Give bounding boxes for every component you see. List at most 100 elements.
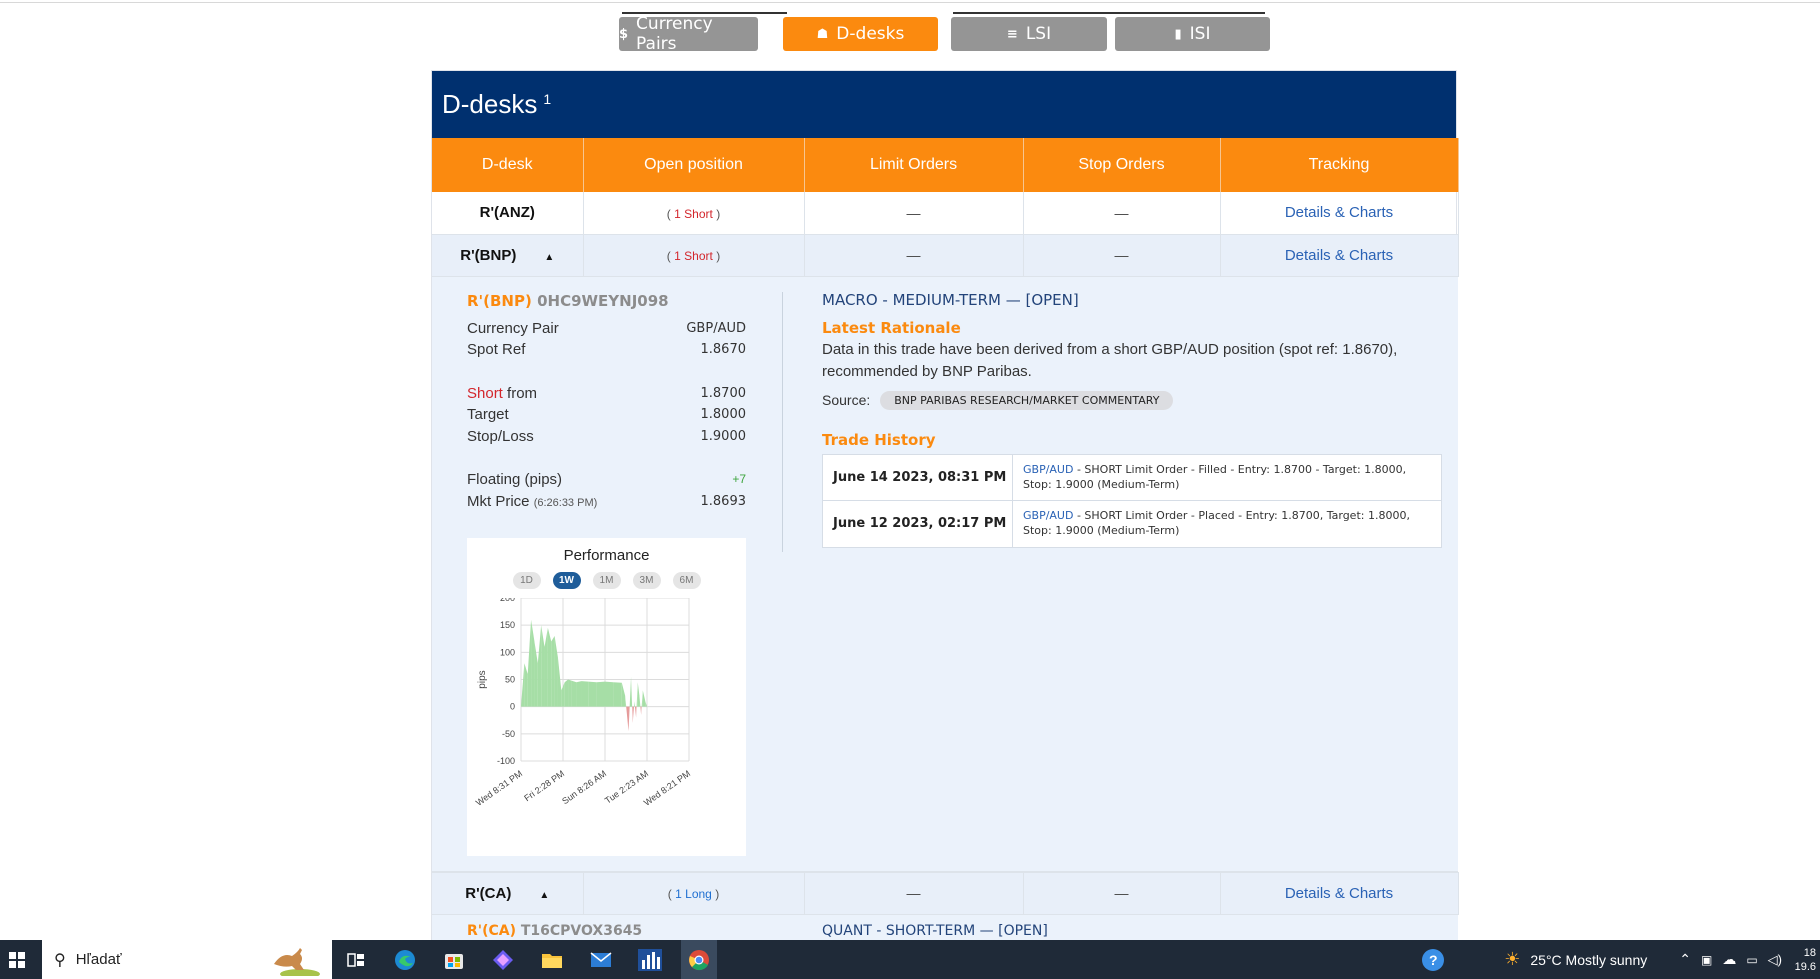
area-segment xyxy=(541,624,545,707)
task-view-icon[interactable] xyxy=(338,940,374,979)
range-3m-button[interactable]: 3M xyxy=(632,571,661,589)
store-icon[interactable] xyxy=(436,940,472,979)
history-pair: GBP/AUD xyxy=(1023,508,1074,522)
area-segment xyxy=(568,679,572,707)
range-1m-button[interactable]: 1M xyxy=(592,571,621,589)
area-segment xyxy=(631,676,633,707)
range-selector: 1D 1W 1M 3M 6M xyxy=(467,571,746,589)
isi-icon: ▮ xyxy=(1174,26,1182,42)
tab-lsi[interactable]: ≡ LSI xyxy=(951,17,1107,51)
area-segment xyxy=(581,680,589,707)
area-segment xyxy=(641,706,642,715)
area-segment xyxy=(640,706,642,715)
col-header-stop-orders: Stop Orders xyxy=(1023,138,1221,192)
tracking-cell: Details & Charts xyxy=(1220,872,1459,915)
weather-icon[interactable]: ☀ xyxy=(1504,949,1520,970)
stop-orders: — xyxy=(1023,872,1221,915)
details-charts-link[interactable]: Details & Charts xyxy=(1285,885,1393,902)
area-segment xyxy=(596,681,605,707)
next-desk-identifier: R'(CA) T16CPVOX3645 xyxy=(467,923,642,939)
area-segment xyxy=(605,681,614,707)
mkt-price-time: (6:26:33 PM) xyxy=(533,496,598,509)
mail-icon[interactable] xyxy=(583,940,619,979)
table-row[interactable]: R'(CA) ▲ ( 1 Long ) — — Details & Charts xyxy=(432,872,1459,915)
tab-currency-pairs-label: Currency Pairs xyxy=(636,14,713,54)
details-charts-link[interactable]: Details & Charts xyxy=(1285,204,1393,221)
y-tick-label: -100 xyxy=(497,756,515,766)
area-segment xyxy=(632,706,633,723)
help-icon[interactable]: ? xyxy=(1422,948,1445,971)
desk-name-cell: R'(CA) ▲ xyxy=(432,872,584,915)
history-row: June 12 2023, 02:17 PM GBP/AUD - SHORT L… xyxy=(823,500,1441,547)
lsi-icon: ≡ xyxy=(1006,26,1018,42)
area-segment xyxy=(632,706,634,723)
edge-icon[interactable] xyxy=(387,940,423,979)
onedrive-icon[interactable]: ☁ xyxy=(1722,951,1736,968)
desk-icon: ☗ xyxy=(816,26,829,42)
y-tick-label: 100 xyxy=(500,647,515,657)
nav-underline-right xyxy=(953,12,1265,14)
weather-text[interactable]: 25°C Mostly sunny xyxy=(1530,952,1647,968)
area-segment xyxy=(629,676,632,707)
desk-name-cell: R'(BNP) ▲ xyxy=(432,234,584,277)
area-segment xyxy=(642,689,646,707)
chart-app-icon[interactable] xyxy=(632,940,668,979)
tab-isi[interactable]: ▮ ISI xyxy=(1115,17,1270,51)
tab-d-desks[interactable]: ☗ D-desks xyxy=(783,17,938,51)
position-side: Short xyxy=(684,206,713,221)
history-description: GBP/AUD - SHORT Limit Order - Filled - E… xyxy=(1013,455,1441,500)
tray-app-icon[interactable]: ▣ xyxy=(1701,953,1712,967)
limit-orders: — xyxy=(804,872,1024,915)
area-segment xyxy=(547,627,552,707)
area-segment xyxy=(524,662,528,707)
volume-icon[interactable]: ◁) xyxy=(1768,952,1782,968)
taskbar-search[interactable]: ⚲ Hľadať xyxy=(42,940,332,979)
range-1d-button[interactable]: 1D xyxy=(512,571,541,589)
currency-pair-label: Currency Pair xyxy=(467,319,559,337)
x-tick-label: Wed 8:21 PM xyxy=(642,768,692,807)
collapse-caret-icon[interactable]: ▲ xyxy=(544,252,554,263)
search-placeholder: Hľadať xyxy=(75,951,122,968)
area-segment xyxy=(564,679,569,707)
desk-name: R'(BNP) xyxy=(460,246,517,264)
range-1w-button[interactable]: 1W xyxy=(552,571,581,589)
d-desks-panel: D-desks 1 D-desk Open position Limit Ord… xyxy=(431,70,1459,940)
detail-row-peek: R'(CA) T16CPVOX3645 QUANT - SHORT-TERM —… xyxy=(432,914,1458,940)
windows-icon xyxy=(9,951,25,968)
limit-orders: — xyxy=(804,234,1024,277)
trade-history-title: Trade History xyxy=(822,430,936,449)
area-segment xyxy=(634,706,637,718)
range-6m-button[interactable]: 6M xyxy=(672,571,701,589)
details-charts-link[interactable]: Details & Charts xyxy=(1285,247,1393,264)
open-position: ( 1 Short ) xyxy=(583,234,805,277)
top-border xyxy=(0,2,1820,3)
file-explorer-icon[interactable] xyxy=(534,940,570,979)
position-side: Short xyxy=(684,249,713,263)
dollar-icon: $ xyxy=(619,26,629,42)
short-label: Short xyxy=(467,384,503,402)
area-segment xyxy=(636,706,637,718)
clock[interactable]: 18 19.6 xyxy=(1792,946,1816,974)
next-desk-name: R'(CA) xyxy=(467,922,516,939)
area-segment xyxy=(621,682,626,707)
position-count: 1 xyxy=(674,206,681,221)
mkt-price-value: 1.8693 xyxy=(700,493,747,509)
panel-header: D-desks 1 xyxy=(432,71,1456,138)
chrome-icon[interactable] xyxy=(681,940,717,979)
table-row[interactable]: R'(ANZ) ( 1 Short ) — — Details & Charts xyxy=(432,192,1459,235)
copilot-icon[interactable] xyxy=(485,940,521,979)
start-button[interactable] xyxy=(2,940,32,979)
table-row[interactable]: R'(BNP) ▲ ( 1 Short ) — — Details & Chart… xyxy=(432,234,1459,277)
y-axis-label: pips xyxy=(477,670,488,688)
tab-d-desks-label: D-desks xyxy=(836,24,905,44)
area-segment xyxy=(639,695,641,707)
trade-info: MACRO - MEDIUM-TERM — [OPEN] Latest Rati… xyxy=(822,291,1442,548)
tab-currency-pairs[interactable]: $ Currency Pairs xyxy=(619,14,758,54)
trade-history-table: June 14 2023, 08:31 PM GBP/AUD - SHORT L… xyxy=(822,453,1442,548)
network-icon[interactable]: ▭ xyxy=(1746,953,1757,967)
windows-taskbar: ⚲ Hľadať ? ☀ 25°C Mostly sunny ⌃ ▣ ☁ ▭ ◁… xyxy=(0,940,1820,979)
collapse-caret-icon[interactable]: ▲ xyxy=(539,890,549,901)
area-segment xyxy=(628,706,630,731)
tray-chevron-icon[interactable]: ⌃ xyxy=(1679,951,1691,968)
y-tick-label: 200 xyxy=(500,598,515,603)
